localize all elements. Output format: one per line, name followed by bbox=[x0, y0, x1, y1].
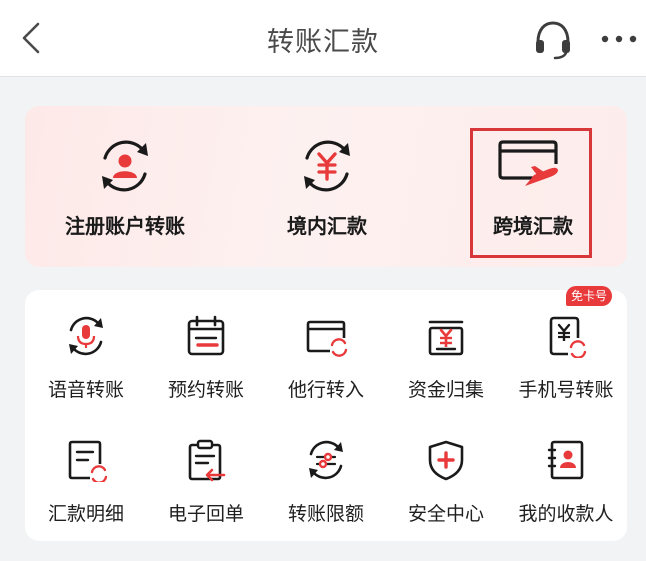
remittance-details-button[interactable]: 汇款明细 bbox=[26, 424, 146, 534]
cross-border-remittance-highlight bbox=[470, 128, 592, 258]
my-payees-icon bbox=[547, 440, 584, 480]
service-label: 汇款明细 bbox=[47, 503, 124, 525]
service-label: 安全中心 bbox=[407, 503, 484, 525]
voice-transfer-button[interactable]: 语音转账 bbox=[26, 300, 146, 410]
service-label: 转账限额 bbox=[287, 503, 364, 525]
remittance-details-icon bbox=[68, 440, 108, 482]
registered-account-transfer-button[interactable]: 注册账户转账 bbox=[45, 106, 205, 267]
other-bank-transfer-in-icon bbox=[306, 320, 348, 357]
transfer-limit-button[interactable]: 转账限额 bbox=[266, 424, 386, 534]
voice-transfer-icon bbox=[69, 316, 103, 356]
phone-number-transfer-button[interactable]: 手机号转账 bbox=[506, 300, 626, 410]
primary-action-label: 境内汇款 bbox=[287, 214, 367, 238]
services-grid: 语音转账 预约转账 他行转入 资金归集 手机号转账 汇款明细 电子回单 转账限额… bbox=[25, 290, 627, 541]
service-label: 资金归集 bbox=[407, 379, 484, 401]
registered-account-transfer-icon bbox=[102, 140, 148, 192]
more-dots-icon bbox=[601, 35, 637, 43]
phone-number-transfer-icon bbox=[549, 316, 587, 358]
transfer-limit-icon bbox=[309, 440, 343, 480]
service-label: 电子回单 bbox=[167, 503, 244, 525]
domestic-remittance-button[interactable]: 境内汇款 bbox=[247, 106, 407, 267]
security-center-icon bbox=[428, 440, 464, 481]
fund-collection-icon bbox=[428, 320, 464, 356]
service-label: 预约转账 bbox=[167, 379, 244, 401]
service-label: 他行转入 bbox=[287, 379, 364, 401]
no-card-number-badge: 免卡号 bbox=[566, 286, 612, 306]
scheduled-transfer-icon bbox=[187, 315, 225, 356]
headset-icon bbox=[536, 21, 570, 60]
domestic-remittance-icon bbox=[304, 140, 350, 192]
electronic-receipt-button[interactable]: 电子回单 bbox=[146, 424, 266, 534]
scheduled-transfer-button[interactable]: 预约转账 bbox=[146, 300, 266, 410]
fund-collection-button[interactable]: 资金归集 bbox=[386, 300, 506, 410]
electronic-receipt-icon bbox=[188, 439, 226, 482]
my-payees-button[interactable]: 我的收款人 bbox=[506, 424, 626, 534]
customer-service-button[interactable] bbox=[530, 16, 576, 62]
nav-bar: 转账汇款 bbox=[0, 0, 646, 77]
primary-action-label: 注册账户转账 bbox=[65, 214, 185, 238]
service-label: 我的收款人 bbox=[518, 503, 614, 525]
service-label: 语音转账 bbox=[47, 379, 124, 401]
service-label: 手机号转账 bbox=[518, 379, 614, 401]
security-center-button[interactable]: 安全中心 bbox=[386, 424, 506, 534]
other-bank-transfer-in-button[interactable]: 他行转入 bbox=[266, 300, 386, 410]
more-button[interactable] bbox=[598, 26, 640, 52]
